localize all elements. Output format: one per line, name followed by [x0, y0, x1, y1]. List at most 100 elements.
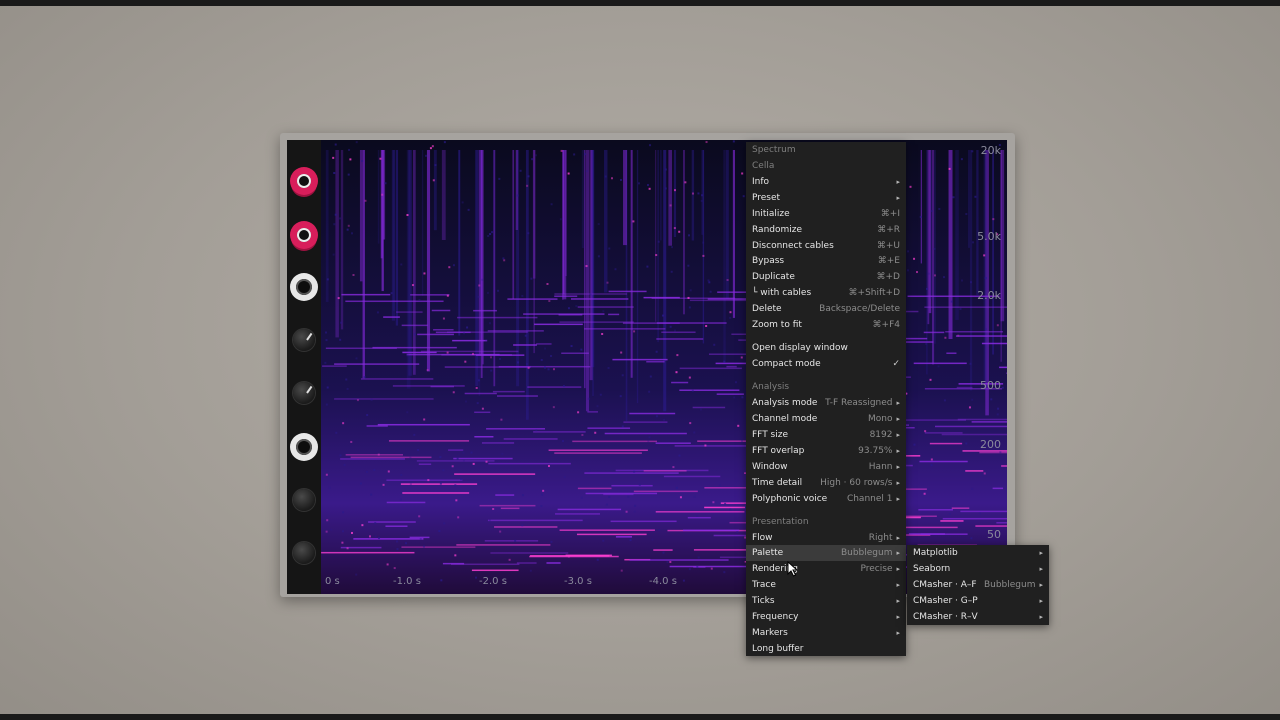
palette-submenu: Matplotlib ▸ Seaborn ▸ CMasher · A–F Bubblegu…: [907, 545, 1049, 625]
menu-item-value: Bubblegum: [840, 548, 893, 558]
param-knob-1[interactable]: [293, 489, 315, 511]
submenu-arrow-icon: ▸: [896, 565, 900, 573]
menu-item-fft-size[interactable]: FFT size 8192 ▸: [746, 427, 906, 443]
context-menu: Spectrum Cella Info ▸ Preset ▸ Initialize ⌘+I Ra…: [746, 142, 906, 656]
menu-item-markers[interactable]: Markers ▸: [746, 625, 906, 641]
time-tick-label: -2.0 s: [479, 576, 507, 587]
menu-item-value: Precise: [860, 564, 893, 574]
menu-item-with-cables[interactable]: └ with cables ⌘+Shift+D: [746, 285, 906, 301]
menu-item-label: CMasher · A–F: [913, 580, 977, 590]
menu-item-flow[interactable]: Flow Right ▸: [746, 530, 906, 546]
menu-item-label: Spectrum: [752, 145, 796, 155]
menu-item-randomize[interactable]: Randomize ⌘+R: [746, 222, 906, 238]
menu-item-shortcut: Backspace/Delete: [819, 304, 900, 314]
menu-item-rendering[interactable]: Rendering Precise ▸: [746, 561, 906, 577]
menu-item-value: High · 60 rows/s: [820, 478, 893, 488]
menu-item-zoom-to-fit[interactable]: Zoom to fit ⌘+F4: [746, 317, 906, 333]
menu-item-info[interactable]: Info ▸: [746, 174, 906, 190]
input-port-1[interactable]: [290, 167, 318, 195]
time-tick-label: -3.0 s: [564, 576, 592, 587]
submenu-arrow-icon: ▸: [896, 463, 900, 471]
menu-item-label: Trace: [752, 580, 776, 590]
menu-item-initialize[interactable]: Initialize ⌘+I: [746, 206, 906, 222]
menu-item-label: Preset: [752, 193, 781, 203]
menu-item-value: Bubblegum: [983, 580, 1036, 590]
menu-item-disconnect-cables[interactable]: Disconnect cables ⌘+U: [746, 238, 906, 254]
gain-knob[interactable]: [293, 329, 315, 351]
submenu-arrow-icon: ▸: [896, 447, 900, 455]
menu-item-label: Cella: [752, 161, 775, 171]
palette-submenu-item-cmasher-r-v[interactable]: CMasher · R–V ▸: [907, 609, 1049, 625]
submenu-arrow-icon: ▸: [1039, 549, 1043, 557]
menu-item-ticks[interactable]: Ticks ▸: [746, 593, 906, 609]
palette-submenu-item-cmasher-g-p[interactable]: CMasher · G–P ▸: [907, 593, 1049, 609]
menu-item-polyphonic-voice[interactable]: Polyphonic voice Channel 1 ▸: [746, 491, 906, 507]
menu-item-preset[interactable]: Preset ▸: [746, 190, 906, 206]
palette-submenu-item-matplotlib[interactable]: Matplotlib ▸: [907, 545, 1049, 561]
menu-item-duplicate[interactable]: Duplicate ⌘+D: [746, 269, 906, 285]
palette-submenu-item-cmasher-a-f[interactable]: CMasher · A–F Bubblegum ▸: [907, 577, 1049, 593]
menu-item-label: CMasher · R–V: [913, 612, 978, 622]
menu-item-label: Analysis mode: [752, 398, 818, 408]
submenu-arrow-icon: ▸: [896, 415, 900, 423]
frequency-tick-label: 50: [987, 528, 1001, 541]
submenu-arrow-icon: ▸: [896, 479, 900, 487]
menu-item-bypass[interactable]: Bypass ⌘+E: [746, 253, 906, 269]
submenu-arrow-icon: ▸: [896, 549, 900, 557]
menu-item-label: Palette: [752, 548, 784, 558]
menu-item-label: Analysis: [752, 382, 790, 392]
menu-item-fft-overlap[interactable]: FFT overlap 93.75% ▸: [746, 443, 906, 459]
menu-item-value: Hann: [868, 462, 893, 472]
menu-item-label: Polyphonic voice: [752, 494, 828, 504]
menu-item-channel-mode[interactable]: Channel mode Mono ▸: [746, 411, 906, 427]
menu-item-shortcut: ⌘+I: [880, 209, 900, 219]
menu-item-label: Presentation: [752, 517, 809, 527]
menu-item-palette[interactable]: Palette Bubblegum ▸: [746, 545, 906, 561]
menu-item-label: Open display window: [752, 343, 848, 353]
menu-item-frequency[interactable]: Frequency ▸: [746, 609, 906, 625]
menu-item-label: CMasher · G–P: [913, 596, 978, 606]
menu-item-analysis-mode[interactable]: Analysis mode T-F Reassigned ▸: [746, 395, 906, 411]
input-port-2[interactable]: [290, 221, 318, 249]
time-tick-label: -1.0 s: [393, 576, 421, 587]
menu-header-analysis: Analysis: [746, 379, 906, 395]
submenu-arrow-icon: ▸: [1039, 565, 1043, 573]
menu-header-presentation: Presentation: [746, 514, 906, 530]
output-port-2[interactable]: [290, 433, 318, 461]
menu-item-shortcut: ⌘+E: [877, 256, 900, 266]
frequency-tick-label: 200: [980, 438, 1001, 451]
submenu-arrow-icon: ▸: [896, 613, 900, 621]
menu-item-open-display-window[interactable]: Open display window: [746, 340, 906, 356]
submenu-arrow-icon: ▸: [896, 178, 900, 186]
menu-item-value: Right: [868, 533, 893, 543]
menu-item-long-buffer[interactable]: Long buffer: [746, 641, 906, 657]
menu-item-label: Matplotlib: [913, 548, 958, 558]
menu-item-label: Long buffer: [752, 644, 804, 654]
menu-item-label: Initialize: [752, 209, 790, 219]
menu-item-label: FFT size: [752, 430, 789, 440]
top-bar: [0, 0, 1280, 6]
menu-item-trace[interactable]: Trace ▸: [746, 577, 906, 593]
menu-item-compact-mode[interactable]: Compact mode ✓: [746, 356, 906, 372]
submenu-arrow-icon: ▸: [896, 581, 900, 589]
submenu-arrow-icon: ▸: [1039, 613, 1043, 621]
menu-item-shortcut: ⌘+Shift+D: [848, 288, 900, 298]
palette-submenu-item-seaborn[interactable]: Seaborn ▸: [907, 561, 1049, 577]
frequency-tick-label: 500: [980, 379, 1001, 392]
output-port-1[interactable]: [290, 273, 318, 301]
menu-item-delete[interactable]: Delete Backspace/Delete: [746, 301, 906, 317]
menu-item-label: Seaborn: [913, 564, 951, 574]
checkmark-icon: ✓: [892, 359, 900, 369]
submenu-arrow-icon: ▸: [1039, 581, 1043, 589]
menu-item-window[interactable]: Window Hann ▸: [746, 459, 906, 475]
menu-item-time-detail[interactable]: Time detail High · 60 rows/s ▸: [746, 475, 906, 491]
range-knob[interactable]: [293, 382, 315, 404]
submenu-arrow-icon: ▸: [896, 629, 900, 637]
param-knob-2[interactable]: [293, 542, 315, 564]
submenu-arrow-icon: ▸: [1039, 597, 1043, 605]
submenu-arrow-icon: ▸: [896, 399, 900, 407]
menu-item-label: Bypass: [752, 256, 785, 266]
menu-item-value: T-F Reassigned: [825, 398, 893, 408]
io-rail: [287, 140, 321, 594]
frequency-tick-label: 2.0k: [977, 289, 1001, 302]
